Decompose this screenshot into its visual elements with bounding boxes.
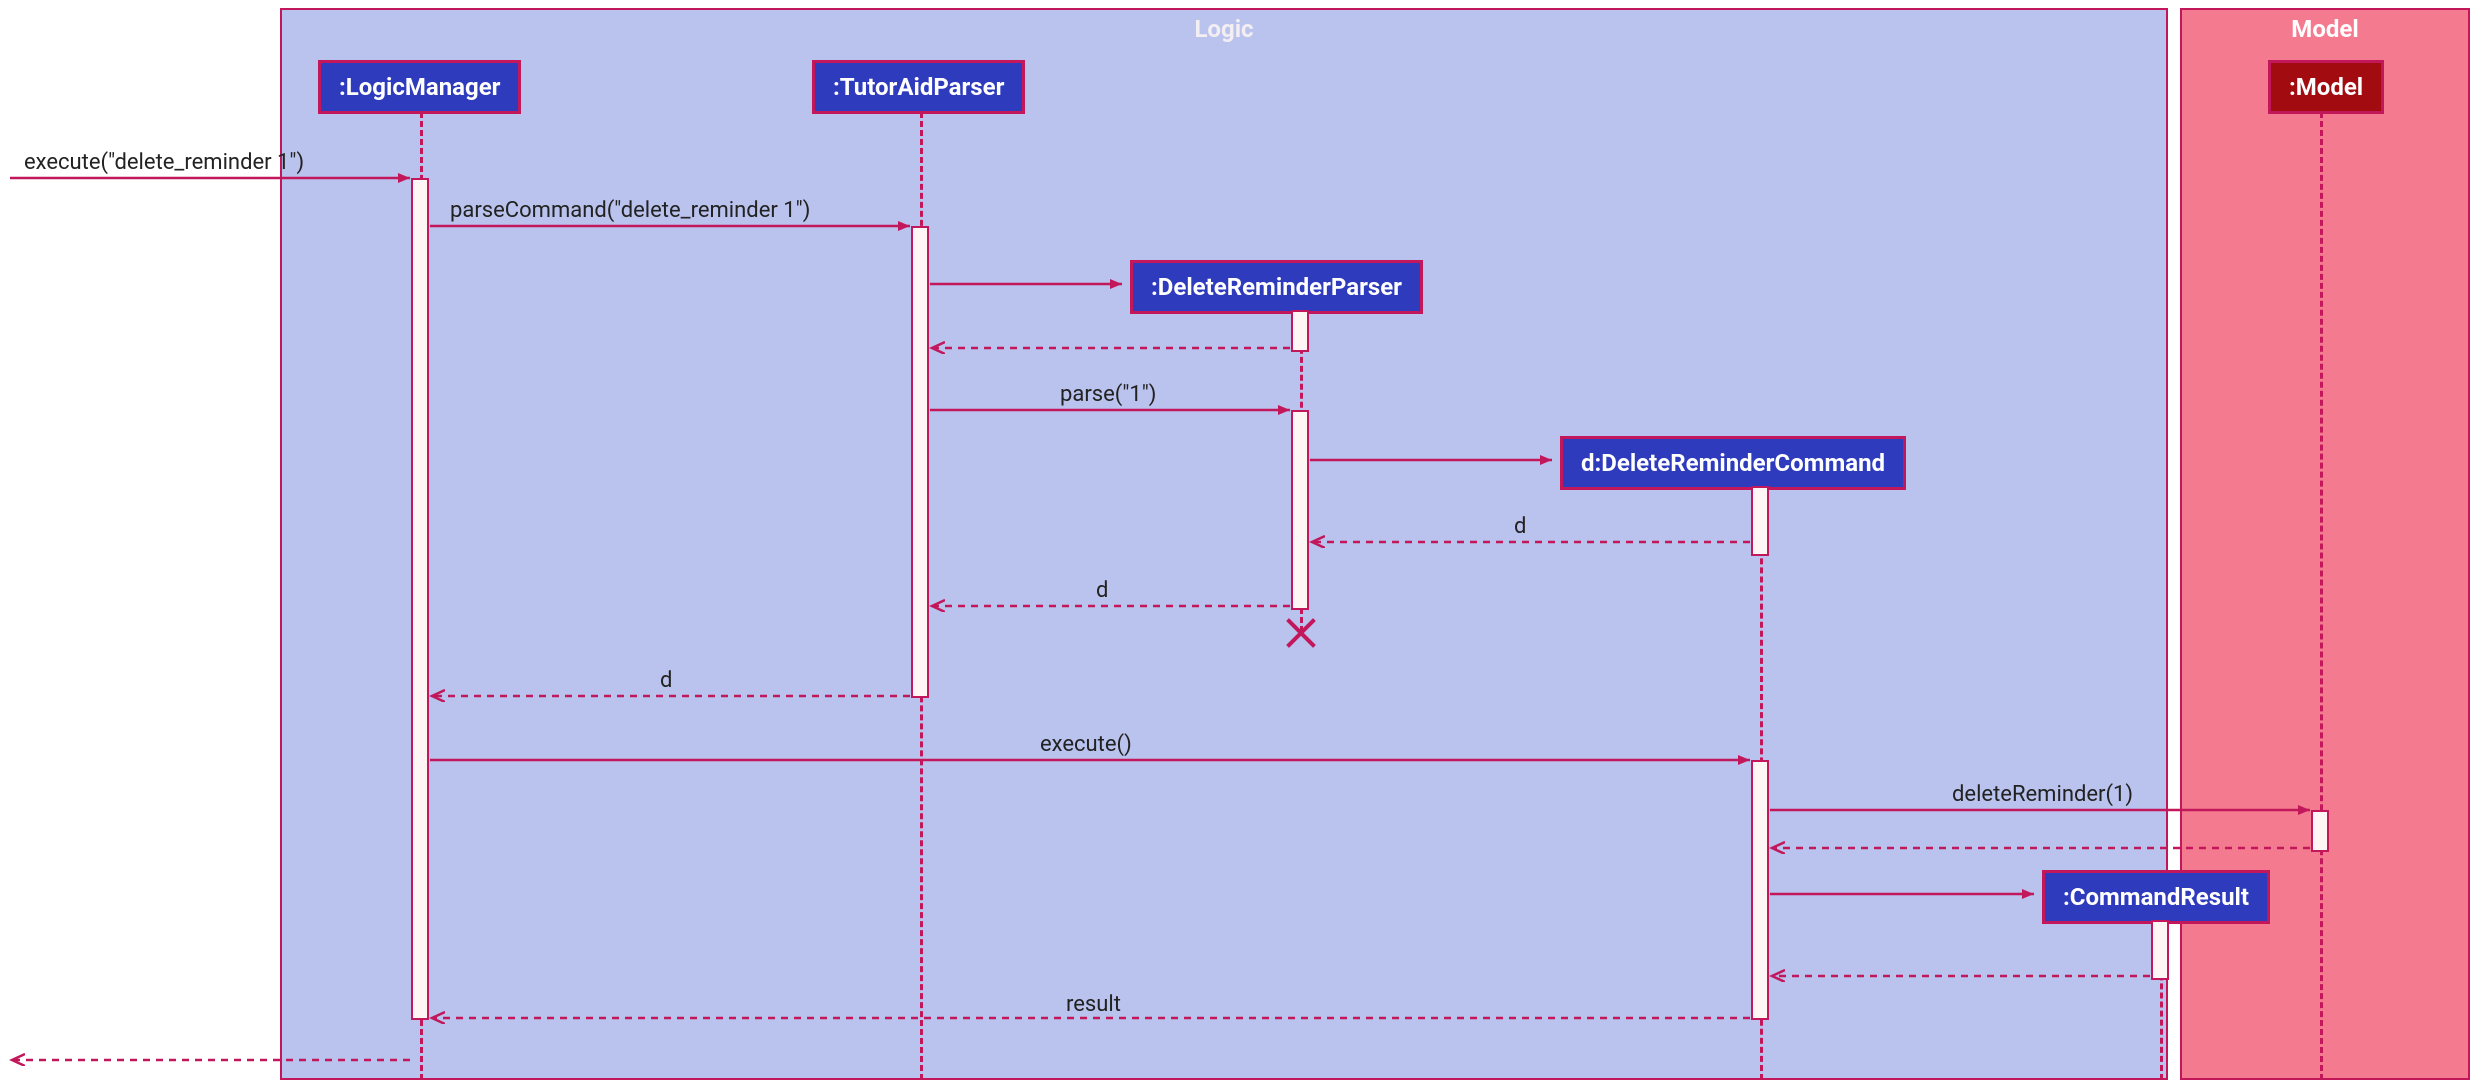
participant-command-result: :CommandResult <box>2042 870 2270 924</box>
msg-execute: execute("delete_reminder 1") <box>24 150 304 175</box>
activation-model <box>2311 810 2329 852</box>
msg-parse: parse("1") <box>1060 382 1156 407</box>
activation-delete-reminder-command-1 <box>1751 486 1769 556</box>
msg-parse-command: parseCommand("delete_reminder 1") <box>450 198 810 223</box>
logic-frame-title: Logic <box>1184 9 1263 49</box>
lifeline-model <box>2320 112 2323 1080</box>
participant-model: :Model <box>2268 60 2384 114</box>
participant-tutor-aid-parser: :TutorAidParser <box>812 60 1025 114</box>
model-frame-title: Model <box>2281 9 2368 49</box>
msg-return-d-3: d <box>660 668 672 693</box>
activation-delete-reminder-parser-2 <box>1291 410 1309 610</box>
msg-return-d-1: d <box>1514 514 1526 539</box>
msg-result: result <box>1066 992 1121 1017</box>
activation-command-result <box>2151 920 2169 980</box>
msg-execute-2: execute() <box>1040 732 1132 757</box>
activation-tutor-aid-parser <box>911 226 929 698</box>
logic-frame: Logic <box>280 8 2168 1080</box>
participant-delete-reminder-command: d:DeleteReminderCommand <box>1560 436 1906 490</box>
destroy-icon <box>1282 614 1320 652</box>
msg-return-d-2: d <box>1096 578 1108 603</box>
participant-logic-manager: :LogicManager <box>318 60 521 114</box>
participant-delete-reminder-parser: :DeleteReminderParser <box>1130 260 1423 314</box>
msg-delete-reminder: deleteReminder(1) <box>1952 782 2133 807</box>
activation-delete-reminder-parser-1 <box>1291 310 1309 352</box>
activation-delete-reminder-command-2 <box>1751 760 1769 1020</box>
activation-logic-manager <box>411 178 429 1020</box>
